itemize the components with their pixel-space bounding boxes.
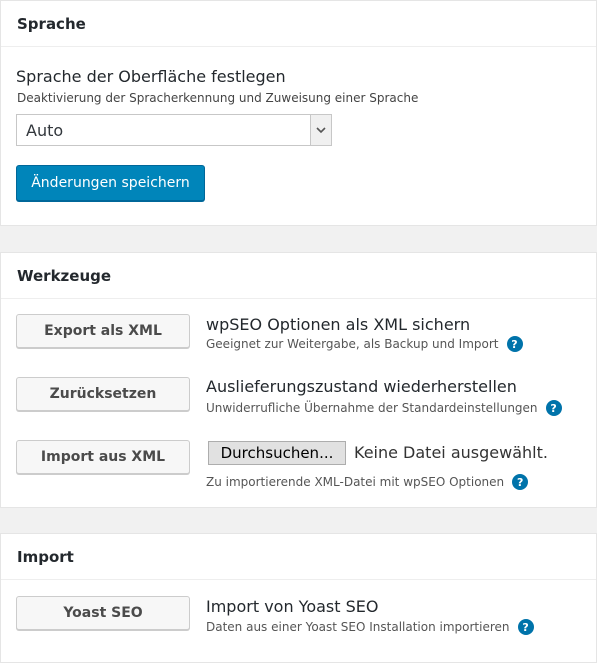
export-title: wpSEO Optionen als XML sichern	[206, 315, 471, 334]
save-changes-button[interactable]: Änderungen speichern	[16, 165, 205, 201]
reset-description: Unwiderrufliche Übernahme der Standardei…	[206, 400, 562, 416]
yoast-import-title: Import von Yoast SEO	[206, 597, 379, 616]
reset-title: Auslieferungszustand wiederherstellen	[206, 377, 517, 396]
panel-header: Sprache	[1, 1, 596, 47]
export-description-text: Geeignet zur Weitergabe, als Backup und …	[206, 337, 499, 351]
help-icon[interactable]: ?	[545, 400, 562, 416]
help-icon[interactable]: ?	[506, 336, 523, 352]
import-xml-button[interactable]: Import aus XML	[16, 440, 190, 474]
yoast-import-description-text: Daten aus einer Yoast SEO Installation i…	[206, 620, 510, 634]
yoast-import-description: Daten aus einer Yoast SEO Installation i…	[206, 619, 534, 635]
panel-title: Import	[17, 547, 74, 566]
import-xml-description: Zu importierende XML-Datei mit wpSEO Opt…	[206, 474, 529, 490]
reset-description-text: Unwiderrufliche Übernahme der Standardei…	[206, 401, 538, 415]
import-xml-description-text: Zu importierende XML-Datei mit wpSEO Opt…	[206, 475, 505, 489]
reset-button[interactable]: Zurücksetzen	[16, 377, 190, 411]
yoast-seo-button[interactable]: Yoast SEO	[16, 596, 190, 630]
help-icon[interactable]: ?	[517, 619, 534, 635]
panel-title: Sprache	[17, 14, 86, 33]
file-status-text: Keine Datei ausgewählt.	[354, 443, 548, 462]
panel-header: Werkzeuge	[1, 253, 596, 299]
language-label: Sprache der Oberfläche festlegen	[16, 67, 286, 86]
language-select-value: Auto	[26, 121, 64, 140]
language-description: Deaktivierung der Spracherkennung und Zu…	[17, 91, 419, 105]
export-description: Geeignet zur Weitergabe, als Backup und …	[206, 336, 523, 352]
panel-title: Werkzeuge	[17, 266, 112, 285]
help-icon[interactable]: ?	[512, 474, 529, 490]
chevron-down-icon[interactable]	[310, 115, 331, 145]
language-select[interactable]: Auto	[16, 114, 332, 146]
panel-header: Import	[1, 534, 596, 580]
export-xml-button[interactable]: Export als XML	[16, 314, 190, 348]
browse-file-button[interactable]: Durchsuchen...	[208, 441, 346, 465]
